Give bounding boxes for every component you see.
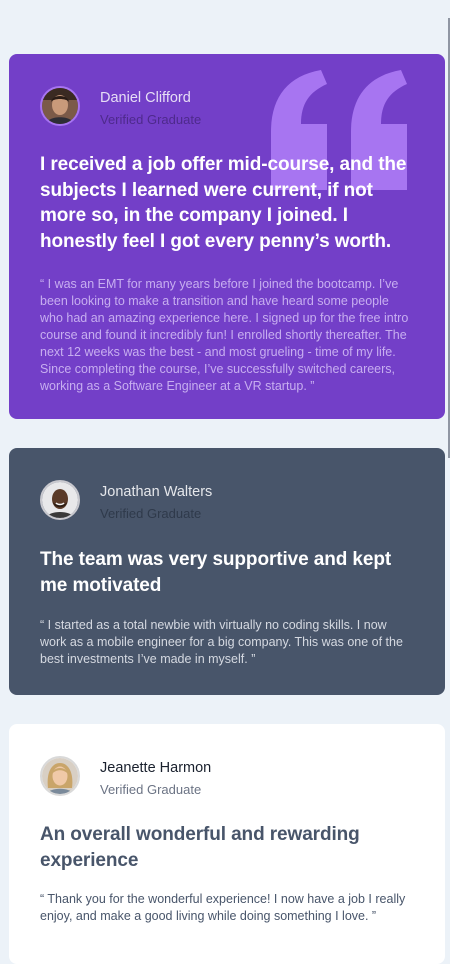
author: Jonathan Walters Verified Graduate bbox=[40, 480, 414, 524]
author-role: Verified Graduate bbox=[100, 112, 202, 127]
avatar bbox=[40, 86, 80, 126]
author-name: Daniel Clifford bbox=[100, 90, 191, 106]
testimonial-card-jeanette: Jeanette Harmon Verified Graduate An ove… bbox=[9, 724, 445, 964]
author-role: Verified Graduate bbox=[100, 506, 202, 521]
avatar bbox=[40, 756, 80, 796]
author: Daniel Clifford Verified Graduate bbox=[40, 86, 414, 130]
testimonial-card-daniel: Daniel Clifford Verified Graduate I rece… bbox=[9, 54, 445, 419]
testimonial-body: “ Thank you for the wonderful experience… bbox=[40, 892, 406, 923]
avatar bbox=[40, 480, 80, 520]
author: Jeanette Harmon Verified Graduate bbox=[40, 756, 414, 800]
testimonial-headline: An overall wonderful and rewarding exper… bbox=[40, 824, 360, 871]
testimonial-body: “ I was an EMT for many years before I j… bbox=[40, 277, 409, 393]
testimonial-headline: I received a job offer mid-course, and t… bbox=[40, 154, 407, 252]
testimonial-headline: The team was very supportive and kept me… bbox=[40, 549, 392, 596]
author-name: Jonathan Walters bbox=[100, 484, 213, 500]
author-role: Verified Graduate bbox=[100, 782, 202, 797]
author-name: Jeanette Harmon bbox=[100, 760, 212, 776]
testimonial-card-jonathan: Jonathan Walters Verified Graduate The t… bbox=[9, 448, 445, 695]
testimonial-body: “ I started as a total newbie with virtu… bbox=[40, 618, 403, 666]
